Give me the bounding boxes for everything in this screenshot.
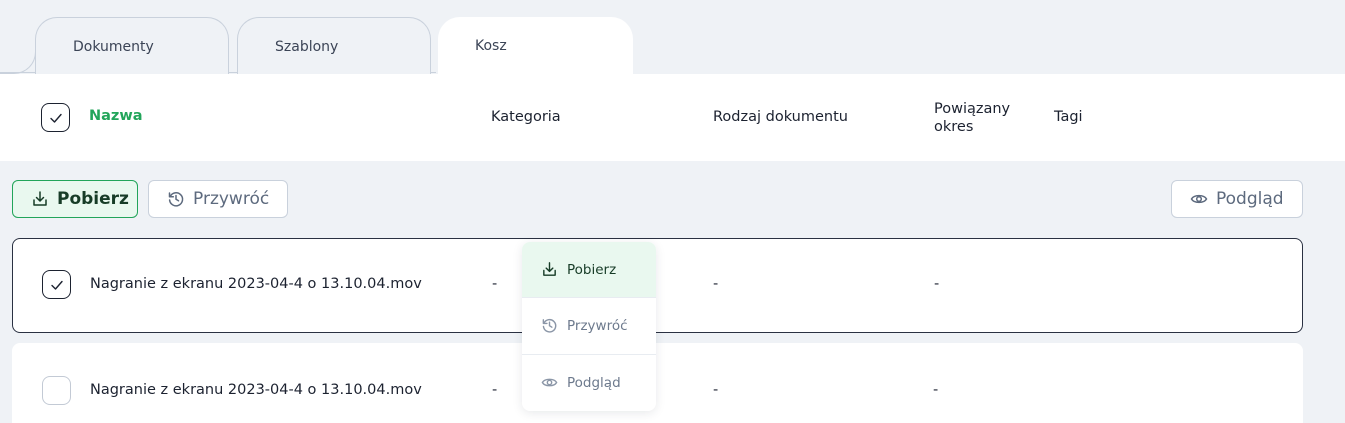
menu-item-restore[interactable]: Przywróć bbox=[522, 298, 656, 355]
restore-icon bbox=[542, 319, 557, 334]
row-checkbox[interactable] bbox=[42, 376, 71, 405]
menu-item-download[interactable]: Pobierz bbox=[522, 242, 656, 299]
doc-type-value: - bbox=[713, 276, 719, 292]
select-all-checkbox[interactable] bbox=[41, 103, 70, 132]
doc-type-value: - bbox=[713, 382, 719, 398]
menu-item-label: Podgląd bbox=[567, 374, 621, 391]
check-icon bbox=[50, 280, 63, 290]
tab-templates[interactable]: Szablony bbox=[237, 17, 431, 74]
category-value: - bbox=[492, 382, 498, 398]
download-button-label: Pobierz bbox=[57, 189, 129, 209]
file-name[interactable]: Nagranie z ekranu 2023-04-4 o 13.10.04.m… bbox=[90, 382, 422, 398]
table-header: Nazwa Kategoria Rodzaj dokumentu Powiąza… bbox=[0, 74, 1345, 161]
menu-item-label: Przywróć bbox=[567, 317, 628, 334]
column-header-name[interactable]: Nazwa bbox=[89, 108, 143, 124]
tab-trash[interactable]: Kosz bbox=[438, 17, 633, 74]
check-icon bbox=[49, 113, 62, 123]
column-header-period[interactable]: Powiązany okres bbox=[934, 100, 1034, 136]
period-value: - bbox=[934, 276, 940, 292]
tab-bar-edge bbox=[0, 50, 36, 74]
category-value: - bbox=[492, 276, 498, 292]
column-header-doc-type[interactable]: Rodzaj dokumentu bbox=[713, 109, 848, 125]
download-button[interactable]: Pobierz bbox=[12, 180, 138, 218]
column-header-category[interactable]: Kategoria bbox=[491, 109, 561, 125]
row-checkbox[interactable] bbox=[42, 270, 71, 299]
menu-item-preview[interactable]: Podgląd bbox=[522, 355, 656, 411]
download-icon bbox=[543, 262, 556, 277]
preview-button-label: Podgląd bbox=[1216, 189, 1284, 209]
restore-button[interactable]: Przywróć bbox=[148, 180, 288, 218]
period-value: - bbox=[933, 382, 939, 398]
column-header-tags[interactable]: Tagi bbox=[1054, 109, 1083, 125]
table-row[interactable]: Nagranie z ekranu 2023-04-4 o 13.10.04.m… bbox=[12, 238, 1303, 333]
download-icon bbox=[33, 191, 47, 206]
restore-icon bbox=[168, 192, 184, 207]
table-row[interactable]: Nagranie z ekranu 2023-04-4 o 13.10.04.m… bbox=[12, 343, 1303, 423]
eye-icon bbox=[1190, 194, 1208, 204]
restore-button-label: Przywróć bbox=[193, 189, 270, 209]
file-name[interactable]: Nagranie z ekranu 2023-04-4 o 13.10.04.m… bbox=[90, 276, 422, 292]
context-menu: Pobierz Przywróć Podgląd bbox=[522, 242, 656, 411]
eye-icon bbox=[541, 378, 558, 387]
menu-item-label: Pobierz bbox=[567, 261, 617, 278]
preview-button[interactable]: Podgląd bbox=[1171, 180, 1303, 218]
tab-documents[interactable]: Dokumenty bbox=[35, 17, 229, 74]
